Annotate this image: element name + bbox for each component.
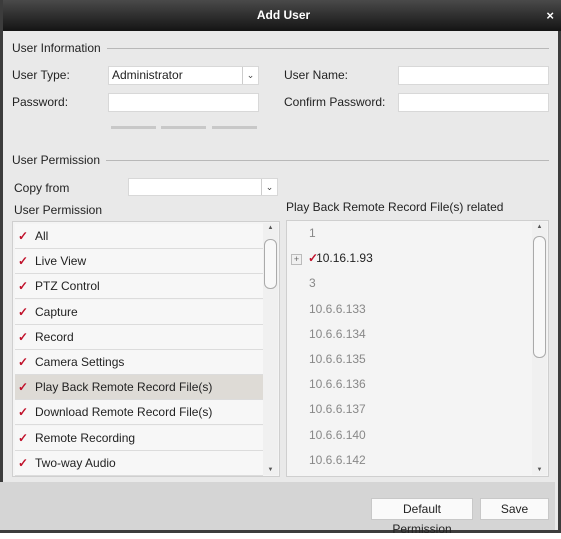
device-label: 10.16.1.93 [316, 251, 373, 266]
device-item[interactable]: 10.6.6.140 [309, 428, 366, 442]
permission-item[interactable]: ✓ Remote Recording [15, 425, 263, 451]
device-label: 1 [309, 226, 316, 240]
checkbox-checked-icon[interactable]: ✓ [18, 279, 35, 293]
scroll-thumb[interactable] [264, 239, 277, 289]
permission-label: All [35, 229, 49, 243]
dialog-footer: Default Permission Save [0, 482, 555, 536]
default-permission-button[interactable]: Default Permission [371, 498, 473, 536]
user-name-label: User Name: [284, 68, 349, 82]
password-strength-bar [212, 126, 257, 129]
device-label: 10.6.6.136 [309, 377, 366, 392]
permission-item[interactable]: ✓ Record [15, 324, 263, 350]
permission-item[interactable]: ✓ All [15, 224, 263, 249]
copy-from-label: Copy from [14, 181, 70, 195]
permission-label: Play Back Remote Record File(s) [35, 380, 213, 395]
section-user-permission: User Permission [12, 153, 549, 167]
device-item[interactable]: 10.6.6.134 [309, 327, 366, 341]
permission-item[interactable]: ✓ Two-way Audio [15, 450, 263, 476]
scrollbar[interactable]: ▲ ▼ [532, 222, 547, 475]
checkbox-checked-icon[interactable]: ✓ [18, 456, 35, 470]
section-title: User Information [12, 41, 101, 55]
device-item[interactable]: 1 [309, 226, 316, 240]
chevron-down-icon[interactable]: ⌄ [242, 67, 258, 84]
scroll-up-icon[interactable]: ▲ [532, 224, 547, 230]
expand-icon[interactable]: + [291, 253, 302, 265]
checkbox-checked-icon[interactable]: ✓ [18, 229, 35, 243]
checkbox-checked-icon[interactable]: ✓ [18, 405, 35, 419]
permission-label: Remote Recording [35, 430, 136, 445]
permission-item[interactable]: ✓ Play Back Remote Record File(s) [15, 375, 263, 401]
checkbox-checked-icon[interactable]: ✓ [18, 305, 35, 319]
permission-item[interactable]: ✓ Capture [15, 299, 263, 325]
checkbox-checked-icon[interactable]: ✓ [18, 380, 35, 394]
save-button[interactable]: Save [480, 498, 549, 520]
scroll-down-icon[interactable]: ▼ [532, 467, 547, 473]
device-label: 10.6.6.134 [309, 326, 366, 341]
checkbox-checked-icon[interactable]: ✓ [18, 355, 35, 369]
dialog-title: Add User [256, 8, 311, 22]
confirm-password-label: Confirm Password: [284, 95, 386, 109]
scroll-up-icon[interactable]: ▲ [263, 225, 278, 231]
device-item[interactable]: 10.6.6.137 [309, 402, 366, 416]
device-label: 10.6.6.140 [309, 427, 366, 442]
scroll-thumb[interactable] [533, 236, 546, 358]
user-name-input[interactable] [398, 66, 549, 85]
checkbox-checked-icon[interactable]: ✓ [18, 254, 35, 268]
permission-label: Camera Settings [35, 355, 125, 369]
permission-label: PTZ Control [35, 279, 100, 294]
permission-list: ▲ ▼ ✓ All ✓ Live View ✓ PTZ Control ✓ Capture ✓ R… [12, 221, 280, 477]
title-bar: Add User × [3, 0, 561, 31]
copy-from-select[interactable]: ⌄ [128, 178, 278, 196]
close-icon[interactable]: × [546, 0, 554, 31]
device-item[interactable]: 10.6.6.135 [309, 352, 366, 366]
user-type-label: User Type: [12, 68, 70, 82]
password-strength-bar [111, 126, 156, 129]
scroll-down-icon[interactable]: ▼ [263, 467, 278, 473]
permission-item[interactable]: ✓ Download Remote Record File(s) [15, 400, 263, 426]
device-item[interactable]: 10.6.6.133 [309, 302, 366, 316]
password-label: Password: [12, 95, 69, 109]
permission-label: Download Remote Record File(s) [35, 405, 213, 420]
user-type-value: Administrator [112, 68, 183, 82]
password-input[interactable] [108, 93, 259, 112]
related-list-label: Play Back Remote Record File(s) related [286, 200, 504, 214]
section-title: User Permission [12, 153, 101, 167]
device-label: 10.6.6.133 [309, 301, 366, 316]
permission-label: Two-way Audio [35, 455, 116, 470]
permission-label: Live View [35, 254, 87, 269]
device-label: 10.6.6.135 [309, 352, 366, 366]
device-list: ▲ ▼ 1 + ✓10.16.1.93 3 10.6.6.133 10.6.6.134 10… [286, 220, 549, 477]
permission-label: Record [35, 329, 74, 344]
permission-item[interactable]: ✓ Live View [15, 249, 263, 275]
device-item[interactable]: 10.6.6.142 [309, 453, 366, 467]
device-label: 10.6.6.137 [309, 402, 366, 417]
user-type-select[interactable]: Administrator ⌄ [108, 66, 259, 85]
device-item[interactable]: 10.6.6.136 [309, 377, 366, 391]
confirm-password-input[interactable] [398, 93, 549, 112]
section-user-information: User Information [12, 41, 549, 55]
permission-item[interactable]: ✓ PTZ Control [15, 274, 263, 300]
password-strength-bar [161, 126, 206, 129]
device-item[interactable]: + ✓10.16.1.93 [291, 251, 373, 265]
permission-label: Capture [35, 304, 78, 319]
device-label: 3 [309, 276, 316, 291]
checkbox-checked-icon[interactable]: ✓ [18, 431, 35, 445]
device-item[interactable]: 3 [309, 276, 316, 290]
scrollbar[interactable]: ▲ ▼ [263, 223, 278, 475]
chevron-down-icon[interactable]: ⌄ [261, 179, 277, 195]
checkbox-checked-icon[interactable]: ✓ [18, 330, 35, 344]
device-label: 10.6.6.142 [309, 452, 366, 467]
permission-item[interactable]: ✓ Camera Settings [15, 350, 263, 375]
permission-list-label: User Permission [14, 203, 103, 217]
